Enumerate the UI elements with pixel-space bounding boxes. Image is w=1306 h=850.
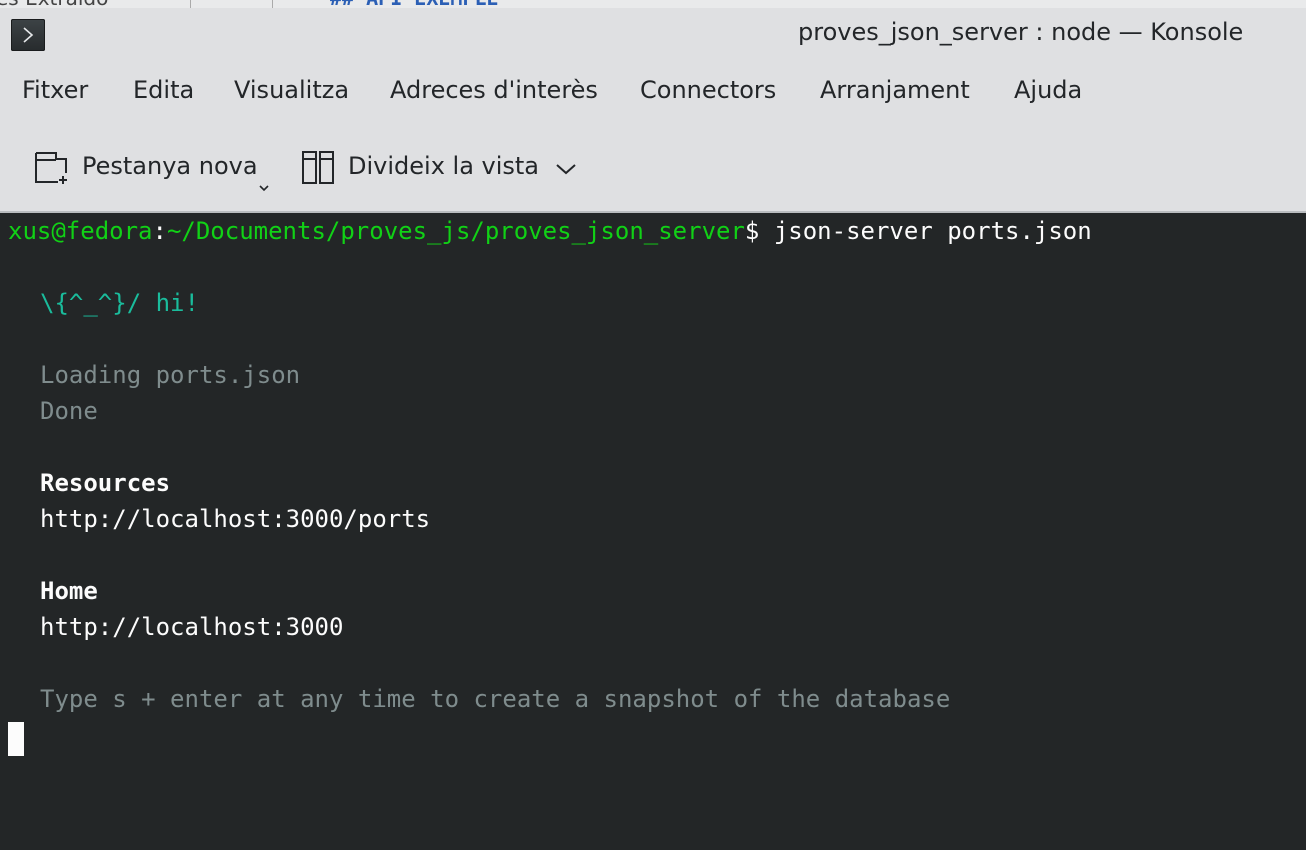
loading-text: Loading ports.json: [40, 361, 301, 389]
home-url: http://localhost:3000: [40, 613, 344, 641]
home-heading: Home: [40, 577, 98, 605]
greeting-text: \{^_^}/ hi!: [40, 289, 199, 317]
prompt-user: xus@fedora: [8, 217, 153, 245]
background-divider: [190, 0, 191, 8]
terminal-output[interactable]: xus@fedora:~/Documents/proves_js/proves_…: [0, 213, 1306, 850]
menu-item-visualitza[interactable]: Visualitza: [234, 76, 349, 104]
menu-bar: Fitxer Edita Visualitza Adreces d'interè…: [0, 64, 1306, 122]
prompt-line: xus@fedora:~/Documents/proves_js/proves_…: [8, 217, 1092, 253]
command-text: json-server ports.json: [759, 217, 1092, 245]
terminal-cursor: [8, 722, 24, 756]
konsole-prompt-icon[interactable]: [11, 19, 45, 51]
new-tab-icon: [35, 152, 67, 184]
prompt-symbol: $: [744, 217, 760, 245]
new-tab-label: Pestanya nova: [82, 152, 258, 180]
menu-item-arranjament[interactable]: Arranjament: [820, 76, 970, 104]
prompt-path: ~/Documents/proves_js/proves_json_server: [166, 217, 745, 245]
window-chrome: proves_json_server : node — Konsole Fitx…: [0, 8, 1306, 212]
menu-item-connectors[interactable]: Connectors: [640, 76, 776, 104]
menu-item-edita[interactable]: Edita: [133, 76, 194, 104]
split-view-button[interactable]: Divideix la vista: [298, 138, 588, 198]
resources-heading: Resources: [40, 469, 171, 497]
resources-url: http://localhost:3000/ports: [40, 505, 431, 533]
split-view-label: Divideix la vista: [348, 152, 540, 180]
title-bar[interactable]: proves_json_server : node — Konsole: [0, 8, 1306, 62]
background-divider: [272, 0, 273, 8]
konsole-window: es Extraído ## API EXEMPLE proves_json_s…: [0, 0, 1306, 850]
new-tab-button[interactable]: Pestanya nova: [30, 138, 280, 198]
toolbar: Pestanya nova Divideix la vista: [0, 138, 1306, 198]
menu-item-fitxer[interactable]: Fitxer: [22, 76, 88, 104]
split-view-icon: [302, 151, 334, 184]
menu-item-ajuda[interactable]: Ajuda: [1014, 76, 1082, 104]
prompt-separator: :: [152, 217, 167, 245]
done-text: Done: [40, 397, 98, 425]
snapshot-hint: Type s + enter at any time to create a s…: [40, 685, 951, 713]
menu-item-adreces[interactable]: Adreces d'interès: [390, 76, 598, 104]
window-title: proves_json_server : node — Konsole: [798, 18, 1244, 46]
chevron-down-icon[interactable]: [554, 162, 578, 176]
chevron-down-icon[interactable]: [258, 184, 270, 192]
